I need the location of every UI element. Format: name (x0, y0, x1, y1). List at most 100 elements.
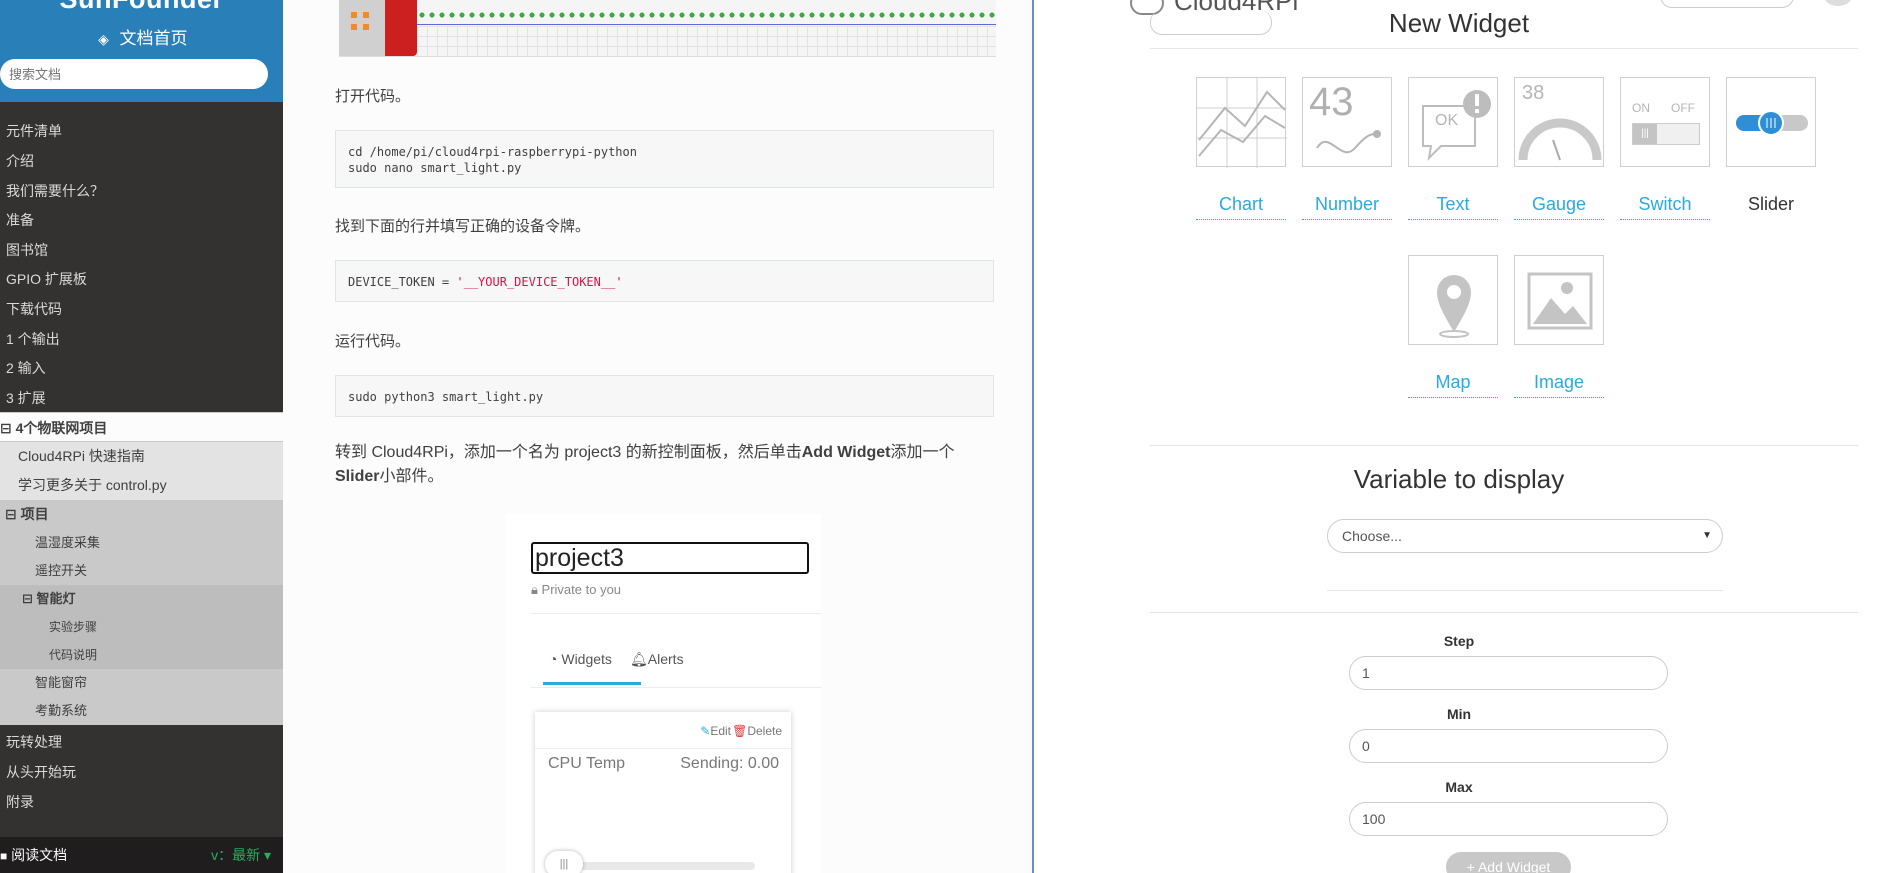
map-tile-label[interactable]: Map (1408, 372, 1498, 398)
divider (535, 748, 791, 749)
docs-home-label: 文档首页 (119, 29, 188, 48)
slider-knob: ||| (545, 851, 583, 873)
nav-item-temp-humidity[interactable]: 温湿度采集 (0, 529, 283, 557)
number-tile-label[interactable]: Number (1302, 194, 1392, 220)
active-tab-indicator (543, 682, 641, 685)
header-pill-button[interactable] (1660, 0, 1794, 8)
brand-logo[interactable]: SunFounder (0, 0, 283, 15)
step-input[interactable]: 1 (1349, 656, 1668, 690)
widget-sending-value: Sending: 0.00 (680, 755, 779, 772)
image-tile-label[interactable]: Image (1514, 372, 1604, 398)
gauge-widget-tile[interactable]: 38 (1514, 77, 1604, 167)
nav-item-extension[interactable]: 3 扩展 (0, 383, 283, 413)
tab-alerts: 🔔︎Alerts (630, 651, 684, 668)
max-input[interactable]: 100 (1349, 802, 1668, 836)
project-name-field: project3 (531, 542, 809, 574)
read-docs-text: 阅读文档 (11, 847, 68, 863)
code-block-run: sudo python3 smart_light.py (335, 375, 994, 417)
switch-tile-label[interactable]: Switch (1620, 194, 1710, 220)
pin-marker (363, 12, 369, 18)
number-wave-icon (1316, 130, 1381, 154)
code-line: sudo nano smart_light.py (348, 161, 522, 175)
switch-off-text: OFF (1671, 101, 1695, 115)
breadboard-image (339, 0, 996, 57)
nav-item-output[interactable]: 1 个输出 (0, 324, 283, 354)
text: 小部件。 (379, 468, 444, 485)
read-docs-label: ■ 阅读文档 (0, 837, 67, 873)
slider-widget-tile[interactable] (1726, 77, 1816, 167)
nav-item-input[interactable]: 2 输入 (0, 353, 283, 383)
version-badge[interactable]: v：最新 ▾ (211, 837, 271, 873)
nav-item-remote-switch[interactable]: 遥控开关 (0, 557, 283, 585)
dashboard-screenshot: project3 🔒︎ Private to you ◔ Widgets 🔔︎A… (506, 514, 821, 873)
image-icon (1527, 272, 1593, 330)
lock-icon: 🔒︎ (531, 582, 538, 597)
chart-tile-label[interactable]: Chart (1196, 194, 1286, 220)
divider (1150, 48, 1858, 49)
divider (1327, 590, 1723, 591)
switch-widget-tile[interactable]: ON OFF ||| (1620, 77, 1710, 167)
nav-item-steps[interactable]: 实验步骤 (0, 613, 283, 641)
paragraph-run: 运行代码。 (335, 333, 411, 350)
nav-item-gpio[interactable]: GPIO 扩展板 (0, 264, 283, 294)
search-docs-input[interactable] (0, 59, 268, 89)
code-string: '__YOUR_DEVICE_TOKEN__' (456, 275, 623, 289)
switch-icon: ||| (1632, 123, 1700, 145)
map-pin-icon (1437, 275, 1471, 338)
nav-item-library[interactable]: 图书馆 (0, 235, 283, 265)
nav-item-download-code[interactable]: 下载代码 (0, 294, 283, 324)
add-widget-button[interactable]: + Add Widget (1446, 852, 1571, 873)
bold-text: Slider (335, 468, 380, 485)
divider (531, 687, 821, 688)
docs-home-link[interactable]: ◈ 文档首页 (0, 24, 283, 49)
gauge-tile-label[interactable]: Gauge (1514, 194, 1604, 220)
nav-item-from-scratch[interactable]: 从头开始玩 (0, 757, 283, 787)
min-input[interactable]: 0 (1349, 729, 1668, 763)
tab-alerts-label: Alerts (647, 651, 684, 667)
paragraph-token: 找到下面的行并填写正确的设备令牌。 (335, 218, 591, 235)
bold-text: Add Widget (801, 444, 891, 461)
dialog-title: New Widget (1388, 8, 1530, 38)
nav-item-smart-light[interactable]: ⊟ 智能灯 (0, 585, 283, 613)
nav-item-appendix[interactable]: 附录 (0, 787, 283, 817)
variable-select-value: Choose... (1342, 528, 1402, 544)
layers-icon: ◈ (98, 31, 109, 47)
nav-item-prepare[interactable]: 准备 (0, 205, 283, 235)
avatar[interactable] (1824, 0, 1852, 6)
code-line: cd /home/pi/cloud4rpi-raspberrypi-python (348, 145, 637, 159)
text-widget-tile[interactable]: OK (1408, 77, 1498, 167)
edit-link: ✎Edit (700, 724, 731, 738)
divider (1150, 445, 1858, 446)
paragraph-open-code: 打开代码。 (335, 88, 411, 105)
widget-title: CPU Temp (548, 755, 626, 772)
chart-widget-tile[interactable] (1196, 77, 1287, 168)
variable-select[interactable]: Choose... ▼ (1327, 519, 1723, 553)
private-label: 🔒︎ Private to you (531, 582, 621, 598)
nav-item-code-explain[interactable]: 代码说明 (0, 641, 283, 669)
text: 转到 Cloud4RPi，添加一个名为 project3 的新控制面板，然后单击 (335, 444, 802, 461)
nav-item-projects[interactable]: ⊟ 项目 (0, 500, 283, 529)
image-widget-tile[interactable] (1514, 255, 1604, 345)
slider-icon (1736, 110, 1808, 136)
map-widget-tile[interactable] (1408, 255, 1498, 345)
switch-on-text: ON (1632, 101, 1650, 115)
nav-item-intro[interactable]: 介绍 (0, 146, 283, 176)
code-text: DEVICE_TOKEN = (348, 275, 457, 289)
nav-item-control-py[interactable]: 学习更多关于 control.py (0, 471, 283, 500)
number-widget-tile[interactable]: 43 (1302, 77, 1392, 167)
nav-item-iot-projects[interactable]: ⊟ 4个物联网项目 (0, 412, 283, 442)
pin-marker (351, 24, 357, 30)
pin-marker (363, 24, 369, 30)
nav-item-smart-curtain[interactable]: 智能窗帘 (0, 669, 283, 697)
nav-item-cloud4rpi-guide[interactable]: Cloud4RPi 快速指南 (0, 442, 283, 471)
text-tile-label[interactable]: Text (1408, 194, 1498, 220)
nav-item-components[interactable]: 元件清单 (0, 116, 283, 146)
variable-to-display-heading: Variable to display (1353, 464, 1565, 494)
board-edge (385, 0, 417, 56)
dashboard-icon: ◔ (549, 651, 558, 667)
slider-tile-label: Slider (1747, 194, 1795, 214)
nav-item-what-we-need[interactable]: 我们需要什么？ (0, 176, 283, 206)
nav-item-processing[interactable]: 玩转处理 (0, 727, 283, 757)
nav-item-attendance[interactable]: 考勤系统 (0, 697, 283, 725)
version-switcher[interactable]: ■ 阅读文档 v：最新 ▾ (0, 837, 283, 873)
